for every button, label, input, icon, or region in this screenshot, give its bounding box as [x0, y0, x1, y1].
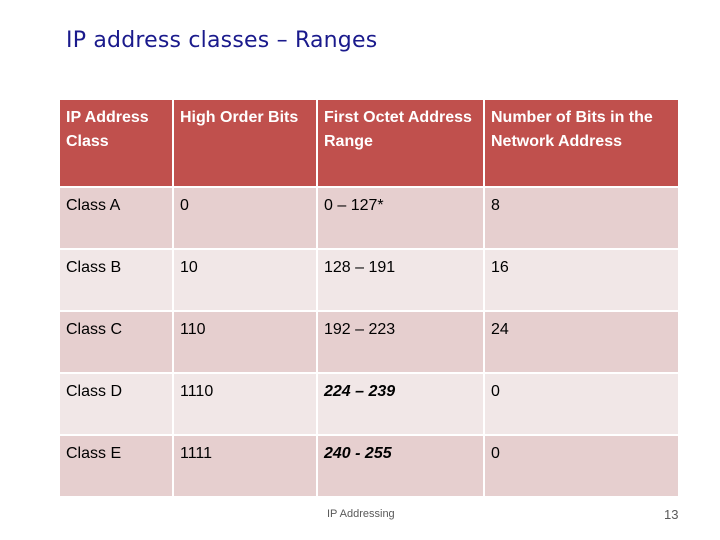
cell-high-order-bits: 1110: [172, 372, 318, 436]
header-network-bits: Number of Bits in the Network Address: [483, 98, 680, 188]
cell-high-order-bits: 110: [172, 310, 318, 374]
table-row: Class C 110 192 – 223 24: [58, 310, 680, 374]
slide-title: IP address classes – Ranges: [66, 28, 378, 53]
page-number: 13: [664, 507, 679, 522]
ip-classes-table: IP Address Class High Order Bits First O…: [58, 98, 680, 498]
cell-class: Class C: [58, 310, 174, 374]
cell-high-order-bits: 10: [172, 248, 318, 312]
cell-range: 0 – 127*: [316, 186, 485, 250]
cell-network-bits: 8: [483, 186, 680, 250]
cell-network-bits: 0: [483, 434, 680, 498]
cell-range: 128 – 191: [316, 248, 485, 312]
footer-text: IP Addressing: [327, 508, 395, 520]
cell-class: Class A: [58, 186, 174, 250]
cell-class: Class E: [58, 434, 174, 498]
cell-network-bits: 0: [483, 372, 680, 436]
cell-range: 224 – 239: [316, 372, 485, 436]
table-row: Class A 0 0 – 127* 8: [58, 186, 680, 250]
table-row: Class D 1110 224 – 239 0: [58, 372, 680, 436]
cell-network-bits: 16: [483, 248, 680, 312]
table-row: Class B 10 128 – 191 16: [58, 248, 680, 312]
table-row: Class E 1111 240 - 255 0: [58, 434, 680, 498]
cell-network-bits: 24: [483, 310, 680, 374]
header-ip-address-class: IP Address Class: [58, 98, 174, 188]
cell-high-order-bits: 0: [172, 186, 318, 250]
cell-class: Class D: [58, 372, 174, 436]
header-first-octet-range: First Octet Address Range: [316, 98, 485, 188]
cell-class: Class B: [58, 248, 174, 312]
header-high-order-bits: High Order Bits: [172, 98, 318, 188]
table-header-row: IP Address Class High Order Bits First O…: [58, 98, 680, 188]
cell-range: 240 - 255: [316, 434, 485, 498]
cell-high-order-bits: 1111: [172, 434, 318, 498]
cell-range: 192 – 223: [316, 310, 485, 374]
